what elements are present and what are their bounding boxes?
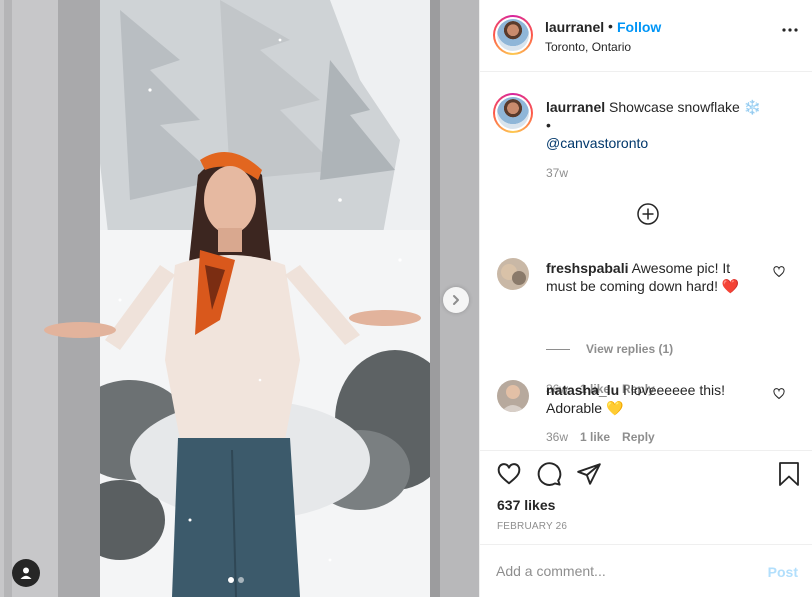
commenter-username[interactable]: natasha_lu (546, 382, 619, 398)
post-comment-button[interactable]: Post (768, 564, 798, 580)
commenter-avatar[interactable] (497, 258, 529, 290)
author-avatar[interactable] (493, 15, 533, 55)
heart-emoji: ❤️ (721, 278, 740, 294)
carousel-indicator (228, 577, 244, 583)
post-actions: 637 likes FEBRUARY 26 (480, 450, 812, 544)
carousel-dot-active (228, 577, 234, 583)
like-comment-heart-icon[interactable] (773, 388, 785, 400)
separator-dot: • (608, 18, 613, 34)
share-paper-plane-icon[interactable] (576, 461, 602, 487)
more-options-icon[interactable] (782, 28, 798, 32)
avatar-image (497, 380, 529, 412)
add-comment-bar: Post (480, 544, 812, 597)
comment-meta: 36w 1 like Reply (546, 430, 655, 444)
like-heart-icon[interactable] (496, 461, 522, 487)
carousel-dot (238, 577, 244, 583)
user-icon (20, 567, 32, 579)
caption-body: Showcase snowflake (609, 99, 740, 115)
like-comment-heart-icon[interactable] (773, 266, 785, 278)
comment-text: freshspabali Awesome pic! It must be com… (546, 259, 756, 295)
add-comment-input[interactable] (496, 563, 756, 579)
follow-button[interactable]: Follow (617, 19, 661, 35)
chevron-right-icon (453, 295, 459, 305)
post-photo (0, 0, 479, 597)
post-media[interactable] (0, 0, 479, 597)
commenter-avatar[interactable] (497, 380, 529, 412)
caption-text: laurranel Showcase snowflake ❄️ • @canva… (546, 98, 786, 152)
caption-timestamp[interactable]: 37w (546, 166, 568, 180)
load-more-comments-icon[interactable] (637, 203, 659, 225)
caption-author-avatar[interactable] (493, 93, 533, 133)
commenter-username[interactable]: freshspabali (546, 260, 628, 276)
yellow-heart-emoji: 💛 (605, 400, 624, 416)
tagged-users-button[interactable] (12, 559, 40, 587)
comment-bubble-icon[interactable] (536, 461, 562, 487)
avatar-image (497, 97, 529, 129)
view-replies-label: View replies (1) (586, 342, 674, 356)
caption-bullet: • (546, 117, 551, 133)
author-username[interactable]: laurranel (545, 19, 604, 35)
caption-username[interactable]: laurranel (546, 99, 605, 115)
carousel-next-button[interactable] (443, 287, 469, 313)
comments-list[interactable]: laurranel Showcase snowflake ❄️ • @canva… (480, 72, 812, 450)
replies-divider (546, 348, 570, 350)
post-header: laurranel • Follow Toronto, Ontario (480, 0, 812, 72)
post-date[interactable]: FEBRUARY 26 (497, 521, 567, 532)
avatar-image (497, 19, 529, 51)
reply-button[interactable]: Reply (622, 430, 655, 444)
save-bookmark-icon[interactable] (777, 461, 801, 487)
comment-likes[interactable]: 1 like (580, 430, 610, 444)
avatar-image (497, 258, 529, 290)
likes-count[interactable]: 637 likes (497, 497, 555, 513)
view-replies-button[interactable]: View replies (1) (546, 342, 673, 356)
snowflake-emoji: ❄️ (743, 99, 762, 115)
comment-text: natasha_lu I loveeeeee this! Adorable 💛 (546, 381, 756, 417)
post-sidebar: laurranel • Follow Toronto, Ontario laur… (479, 0, 812, 597)
caption-mention-link[interactable]: @canvastoronto (546, 135, 648, 151)
post-location[interactable]: Toronto, Ontario (545, 40, 631, 54)
comment-timestamp[interactable]: 36w (546, 430, 568, 444)
